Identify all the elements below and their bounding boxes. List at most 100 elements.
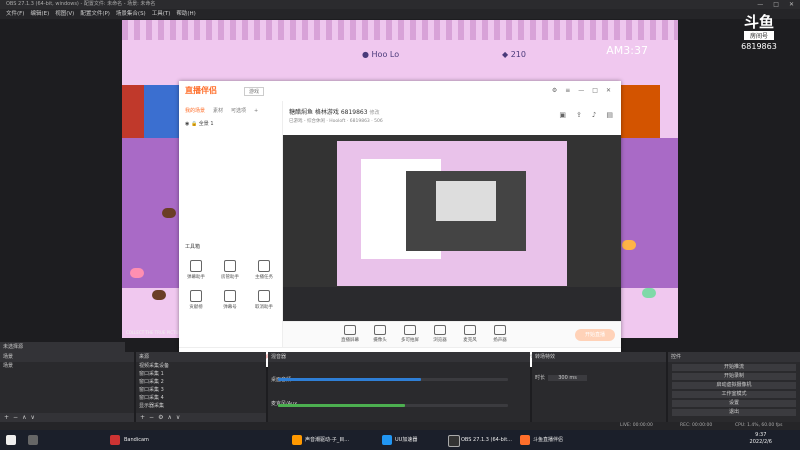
up-icon[interactable]: ∧ xyxy=(22,414,26,421)
tab-options[interactable]: 可选项 xyxy=(231,108,246,114)
gear-icon[interactable]: ⚙ xyxy=(158,414,163,421)
btn-speaker[interactable]: 扬声器 xyxy=(487,325,513,343)
taskbar-obs[interactable]: OBS 27.1.3 (64-bit... xyxy=(461,434,512,446)
tool-label: 取消助手 xyxy=(255,305,273,310)
settings-button[interactable]: 设置 xyxy=(672,400,796,407)
source-item[interactable]: 显示器采集 xyxy=(136,402,266,410)
tool-tasks[interactable]: 主播任务 xyxy=(247,256,281,286)
candy-decoration xyxy=(642,288,656,298)
stream-preview[interactable] xyxy=(283,135,621,321)
controls-dock: 控件 开始推流 开始录制 启动虚拟摄像机 工作室模式 设置 退出 xyxy=(668,352,800,422)
minimize-icon[interactable]: — xyxy=(578,87,584,94)
remove-icon[interactable]: − xyxy=(149,414,154,421)
start-live-button[interactable]: 开始直播 xyxy=(575,329,615,341)
companion-icon[interactable] xyxy=(520,435,530,445)
duration-input[interactable]: 300 ms xyxy=(548,375,587,381)
search-icon[interactable] xyxy=(28,435,38,445)
multi-screen-icon xyxy=(404,325,416,335)
browser-icon[interactable] xyxy=(292,435,302,445)
gift-icon[interactable]: ▣ xyxy=(559,111,566,119)
source-item[interactable]: 窗口采集 2 xyxy=(136,378,266,386)
ctrl-label: 多可拍屏 xyxy=(401,338,419,343)
tool-danmaku-number[interactable]: 弹幕号 xyxy=(213,286,247,316)
maximize-icon[interactable]: □ xyxy=(592,87,598,94)
room-number: 6819863 xyxy=(741,42,777,51)
scene-item[interactable]: ◉ 🔒 全景 1 xyxy=(179,114,282,127)
room-meta: 已游戏 - 综合休闲 · Hooloft · 6819863 · 506 xyxy=(289,119,383,124)
room-edit-link[interactable]: 修改 xyxy=(369,110,379,116)
tool-label: 弹幕助手 xyxy=(187,275,205,280)
btn-screen[interactable]: 直播屏幕 xyxy=(337,325,363,343)
windows-start-icon[interactable] xyxy=(6,435,16,445)
app-header: 直播伴侣 游戏 ⚙ ≡ — □ ✕ xyxy=(179,81,621,101)
maximize-icon[interactable]: □ xyxy=(773,1,779,8)
menu-file[interactable]: 文件(F) xyxy=(6,11,24,17)
room-title: 糖醋焖鱼 格林游戏 6819863 修改 xyxy=(289,107,379,116)
share-icon[interactable]: ⇪ xyxy=(576,111,582,119)
close-icon[interactable]: ✕ xyxy=(789,1,794,8)
tool-label: 房管助手 xyxy=(221,275,239,280)
nested-screen xyxy=(406,171,526,251)
menu-tools[interactable]: 工具(T) xyxy=(152,11,171,17)
preview-clock: AM3:37 xyxy=(606,44,648,57)
taskbar-bandicam[interactable]: Bandicam xyxy=(124,434,149,446)
virtual-camera-button[interactable]: 启动虚拟摄像机 xyxy=(672,382,796,389)
bandicam-icon[interactable] xyxy=(110,435,120,445)
remove-icon[interactable]: − xyxy=(13,414,18,421)
tab-scenes[interactable]: 我的场景 xyxy=(185,108,205,114)
source-item[interactable]: 窗口采集 3 xyxy=(136,386,266,394)
mode-badge[interactable]: 游戏 xyxy=(244,87,265,96)
settings-icon[interactable]: ⚙ xyxy=(552,87,557,94)
down-icon[interactable]: ∨ xyxy=(176,414,180,421)
scenes-toolbar: + − ∧ ∨ xyxy=(0,413,134,422)
btn-microphone[interactable]: 麦克风 xyxy=(457,325,483,343)
tool-cancel[interactable]: 取消助手 xyxy=(247,286,281,316)
close-icon[interactable]: ✕ xyxy=(606,87,611,94)
menu-profile[interactable]: 配置文件(P) xyxy=(80,11,110,17)
btn-camera[interactable]: 摄像头 xyxy=(367,325,393,343)
scene-list-item[interactable]: 场景 xyxy=(0,362,134,370)
tab-materials[interactable]: 素材 xyxy=(213,108,223,114)
window-controls[interactable]: — □ ✕ xyxy=(747,0,794,9)
mixer-level-desktop[interactable] xyxy=(278,378,421,381)
lock-icon[interactable]: 🔒 xyxy=(191,121,199,127)
room-owner: Hooloft xyxy=(329,119,346,124)
minimize-icon[interactable]: — xyxy=(757,1,763,8)
hud-score-value: 210 xyxy=(510,50,526,59)
ctrl-label: 扬声器 xyxy=(493,338,507,343)
douyu-icon[interactable]: ▤ xyxy=(606,111,613,119)
add-icon[interactable]: + xyxy=(140,414,145,421)
start-streaming-button[interactable]: 开始推流 xyxy=(672,364,796,371)
taskbar-sound[interactable]: 声音潮驱动-子_目... xyxy=(305,434,349,446)
source-item[interactable]: 视频采集设备 xyxy=(136,362,266,370)
bell-icon[interactable]: ♪ xyxy=(592,111,596,119)
streaming-companion-window[interactable]: 直播伴侣 游戏 ⚙ ≡ — □ ✕ 我的场景 素材 可选项 + ◉ 🔒 全景 1 工具箱 弹幕… xyxy=(179,81,621,367)
candy-decoration xyxy=(130,268,144,278)
mixer-level-mic[interactable] xyxy=(278,404,405,407)
down-icon[interactable]: ∨ xyxy=(30,414,34,421)
menu-scene-collection[interactable]: 场景集合(S) xyxy=(116,11,146,17)
menu-view[interactable]: 视图(V) xyxy=(55,11,74,17)
taskbar-companion[interactable]: 斗鱼直播伴侣 xyxy=(533,434,563,446)
add-icon[interactable]: + xyxy=(254,108,258,114)
up-icon[interactable]: ∧ xyxy=(167,414,171,421)
source-item[interactable]: 窗口采集 1 xyxy=(136,370,266,378)
menu-help[interactable]: 帮助(H) xyxy=(176,11,195,17)
studio-mode-button[interactable]: 工作室模式 xyxy=(672,391,796,398)
uu-icon[interactable] xyxy=(382,435,392,445)
btn-browser[interactable]: 浏览器 xyxy=(427,325,453,343)
exit-button[interactable]: 退出 xyxy=(672,409,796,416)
taskbar-uu[interactable]: UU加速器 xyxy=(395,434,417,446)
tool-danmaku[interactable]: 弹幕助手 xyxy=(179,256,213,286)
add-icon[interactable]: + xyxy=(4,414,9,421)
obs-icon[interactable] xyxy=(448,435,460,447)
btn-multi-screen[interactable]: 多可拍屏 xyxy=(397,325,423,343)
tool-leaderboard[interactable]: 贡献榜 xyxy=(179,286,213,316)
start-recording-button[interactable]: 开始录制 xyxy=(672,373,796,380)
menu-edit[interactable]: 编辑(E) xyxy=(30,11,49,17)
source-item[interactable]: 窗口采集 4 xyxy=(136,394,266,402)
tool-room-admin[interactable]: 房管助手 xyxy=(213,256,247,286)
microphone-icon xyxy=(464,325,476,335)
menu-icon[interactable]: ≡ xyxy=(565,87,570,94)
preview-lace xyxy=(122,20,678,40)
